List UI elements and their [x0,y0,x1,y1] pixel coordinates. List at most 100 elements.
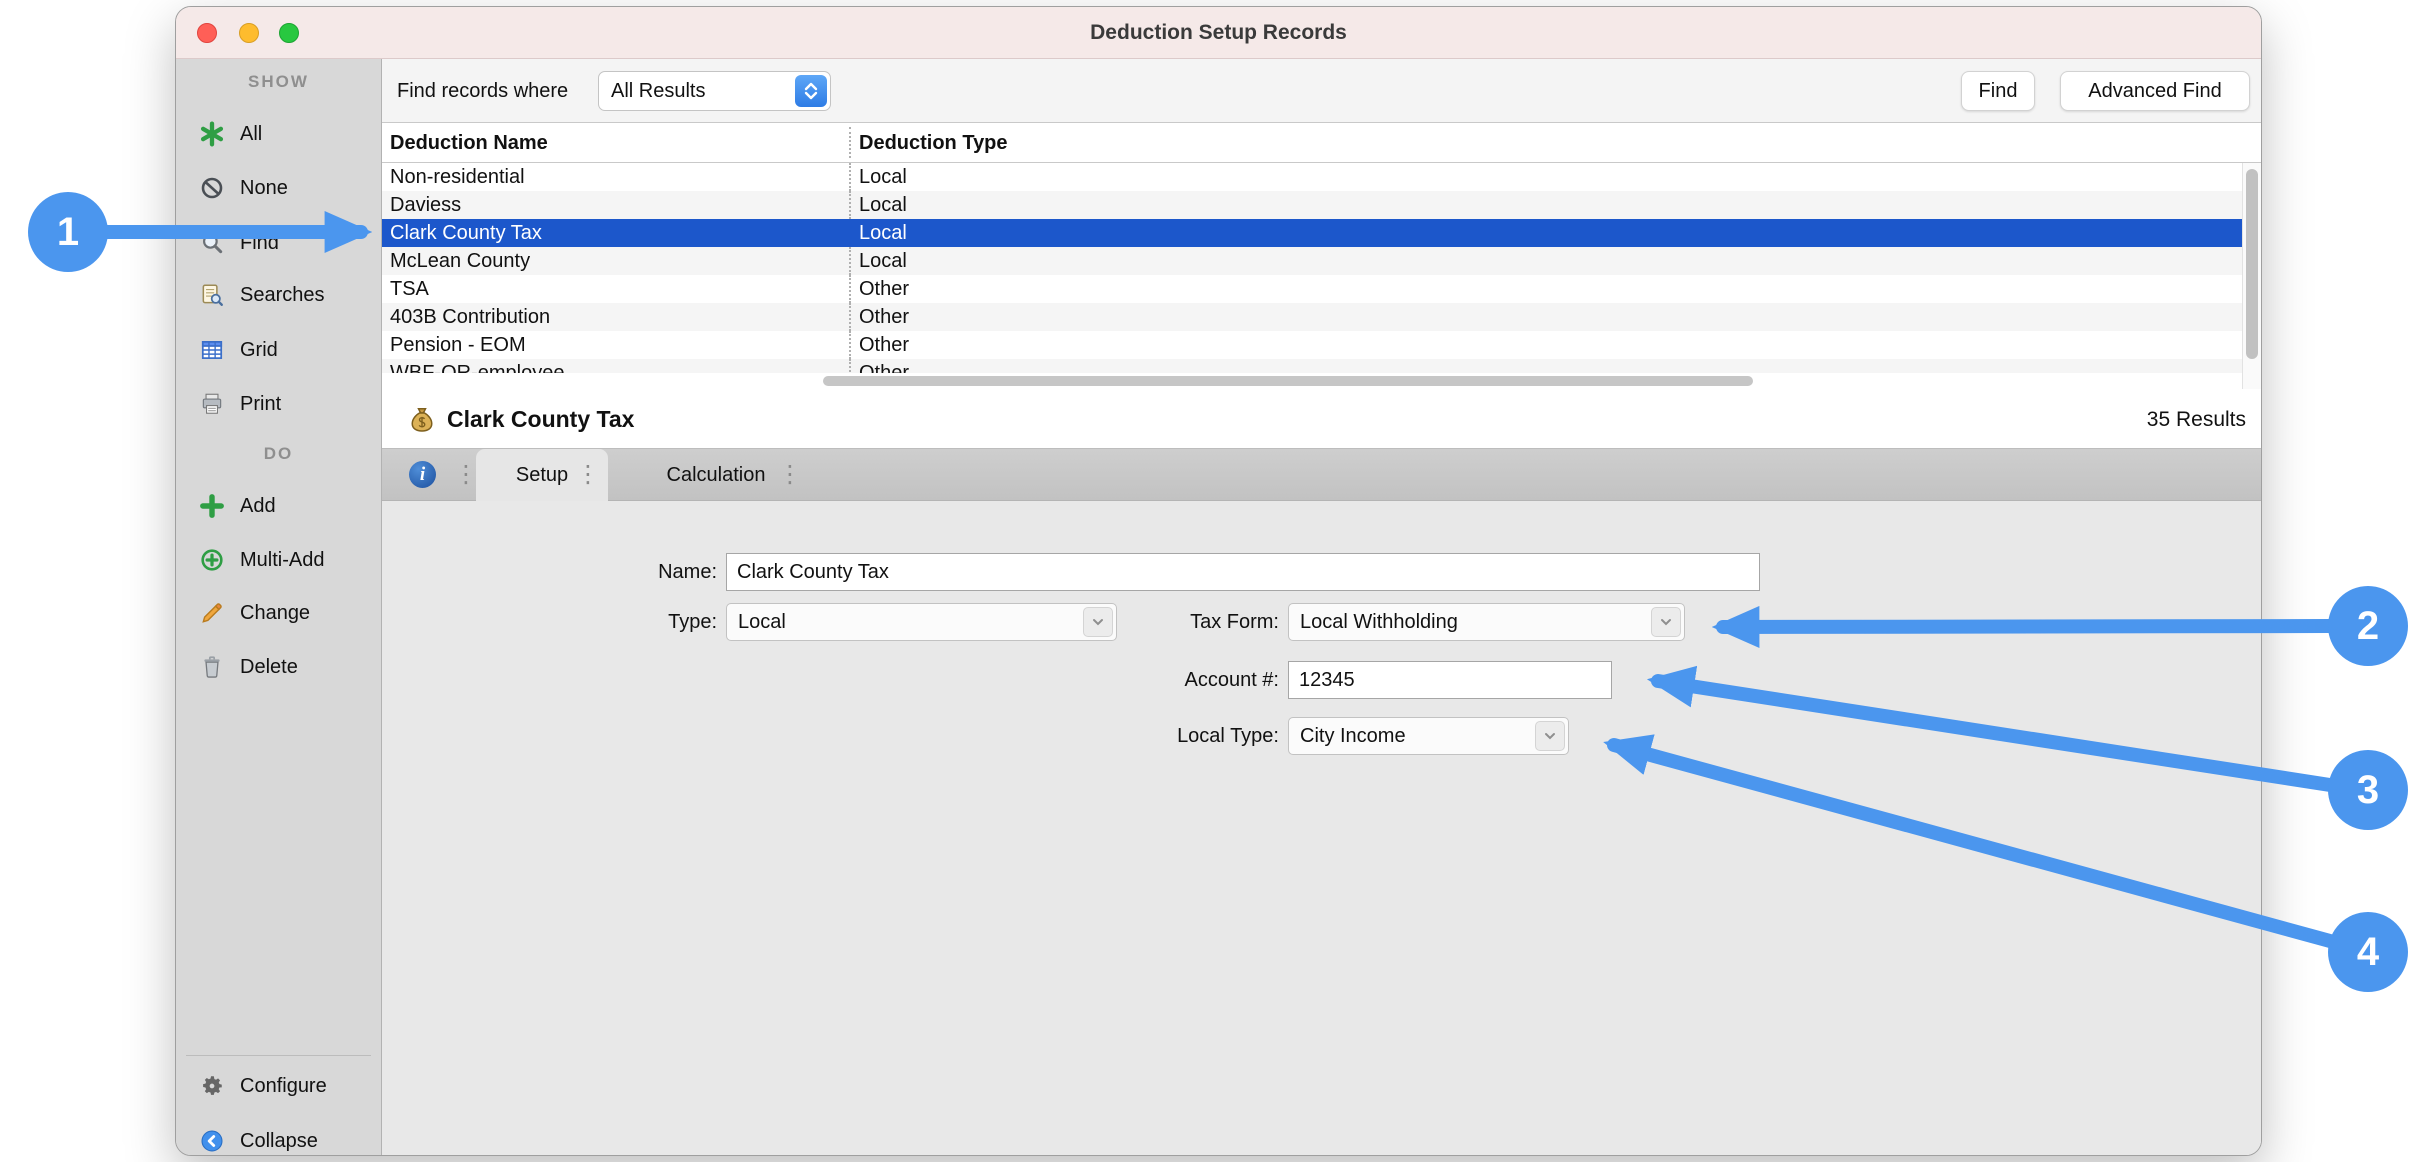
name-field[interactable]: Clark County Tax [726,553,1760,591]
tax-form-value: Local Withholding [1300,604,1458,640]
results-filter-value: All Results [611,72,705,110]
cell-deduction-name: Non-residential [382,163,849,191]
annotation-badge-3: 3 [2328,750,2408,830]
sidebar-item-all[interactable]: All [176,117,381,151]
sidebar-item-collapse[interactable]: Collapse [176,1124,381,1156]
find-bar: Find records where All Results Find Adva… [382,59,2261,123]
pencil-icon [198,599,226,627]
popup-chevrons-icon [795,75,827,107]
table-row[interactable]: Non-residential Local [382,163,2242,191]
sidebar-item-label: Multi-Add [240,543,324,577]
cell-deduction-name: McLean County [382,247,849,275]
cell-deduction-type: Other [849,275,2242,303]
saved-search-icon [198,281,226,309]
sidebar-item-label: Change [240,596,310,630]
local-type-dropdown[interactable]: City Income [1288,717,1569,755]
sidebar-item-multi-add[interactable]: Multi-Add [176,543,381,577]
grid-icon [198,336,226,364]
sidebar-item-find[interactable]: Find [176,226,381,260]
sidebar-item-print[interactable]: Print [176,387,381,421]
name-label: Name: [417,553,717,591]
chevron-down-icon[interactable] [1535,721,1565,751]
sidebar-item-none[interactable]: None [176,171,381,205]
table-row[interactable]: Pension - EOM Other [382,331,2242,359]
cell-deduction-type: Local [849,219,2242,247]
sidebar-item-label: All [240,117,262,151]
sidebar-item-label: Find [240,226,279,260]
window-title: Deduction Setup Records [176,7,2261,58]
title-bar: Deduction Setup Records [176,7,2261,59]
table-row-selected[interactable]: Clark County Tax Local [382,219,2242,247]
sidebar-item-label: Collapse [240,1124,318,1156]
table-row[interactable]: McLean County Local [382,247,2242,275]
type-dropdown[interactable]: Local [726,603,1117,641]
collapse-icon [198,1127,226,1155]
asterisk-icon [198,120,226,148]
account-number-label: Account #: [1075,661,1279,699]
sidebar-item-label: Configure [240,1069,327,1103]
sidebar-section-show: SHOW [176,67,381,97]
vertical-scrollbar[interactable] [2242,163,2261,389]
sidebar-item-searches[interactable]: Searches [176,278,381,312]
results-filter-dropdown[interactable]: All Results [598,71,831,111]
tab-calculation[interactable]: Calculation [622,449,810,501]
main-content: Find records where All Results Find Adva… [382,59,2261,1155]
advanced-find-button[interactable]: Advanced Find [2060,71,2250,111]
money-bag-icon [407,405,437,435]
horizontal-scrollbar[interactable] [382,373,2242,389]
tax-form-dropdown[interactable]: Local Withholding [1288,603,1685,641]
annotation-badge-1: 1 [28,192,108,272]
trash-icon [198,653,226,681]
horizontal-scrollbar-thumb[interactable] [823,376,1753,386]
records-table: Deduction Name Deduction Type Non-reside… [382,123,2261,391]
tab-setup[interactable]: Setup [476,449,608,501]
table-row[interactable]: TSA Other [382,275,2242,303]
results-count: 35 Results [2147,408,2246,432]
vertical-scrollbar-thumb[interactable] [2246,169,2258,359]
tab-grip-icon [454,449,478,501]
sidebar-item-delete[interactable]: Delete [176,650,381,684]
sidebar-item-label: Add [240,489,276,523]
table-row[interactable]: Daviess Local [382,191,2242,219]
sidebar-item-label: Searches [240,278,325,312]
column-header-deduction-type[interactable]: Deduction Type [859,123,1008,163]
table-row[interactable]: 403B Contribution Other [382,303,2242,331]
column-header-deduction-name[interactable]: Deduction Name [390,123,548,163]
sidebar-section-do: DO [176,439,381,469]
cell-deduction-name: TSA [382,275,849,303]
app-window: Deduction Setup Records SHOW All None Fi… [175,6,2262,1156]
type-value: Local [738,604,786,640]
sidebar-item-add[interactable]: Add [176,489,381,523]
info-icon[interactable]: i [409,461,436,488]
tab-grip-icon [778,449,802,501]
cell-deduction-type: Local [849,247,2242,275]
cell-deduction-name: Daviess [382,191,849,219]
cell-deduction-type: Local [849,163,2242,191]
cell-deduction-name: Pension - EOM [382,331,849,359]
sidebar-item-change[interactable]: Change [176,596,381,630]
chevron-down-icon[interactable] [1651,607,1681,637]
find-records-label: Find records where [397,59,568,123]
sidebar-item-configure[interactable]: Configure [176,1069,381,1103]
type-label: Type: [417,603,717,641]
circle-plus-icon [198,546,226,574]
record-title: Clark County Tax [447,406,634,433]
annotation-badge-2: 2 [2328,586,2408,666]
sidebar-item-label: Grid [240,333,278,367]
cell-deduction-name: 403B Contribution [382,303,849,331]
cell-deduction-name: Clark County Tax [382,219,849,247]
record-header: Clark County Tax 35 Results [382,391,2261,449]
annotation-badge-4: 4 [2328,912,2408,992]
sidebar-item-grid[interactable]: Grid [176,333,381,367]
tax-form-label: Tax Form: [1075,603,1279,641]
account-number-field[interactable]: 12345 [1288,661,1612,699]
cell-deduction-type: Other [849,331,2242,359]
sidebar-item-label: Delete [240,650,298,684]
find-button[interactable]: Find [1961,71,2035,111]
printer-icon [198,390,226,418]
slashed-circle-icon [198,174,226,202]
column-divider: Deduction Type [849,127,2261,158]
sidebar: SHOW All None Find Searches Grid Print D… [176,59,382,1155]
cell-deduction-type: Other [849,303,2242,331]
magnifier-icon [198,229,226,257]
